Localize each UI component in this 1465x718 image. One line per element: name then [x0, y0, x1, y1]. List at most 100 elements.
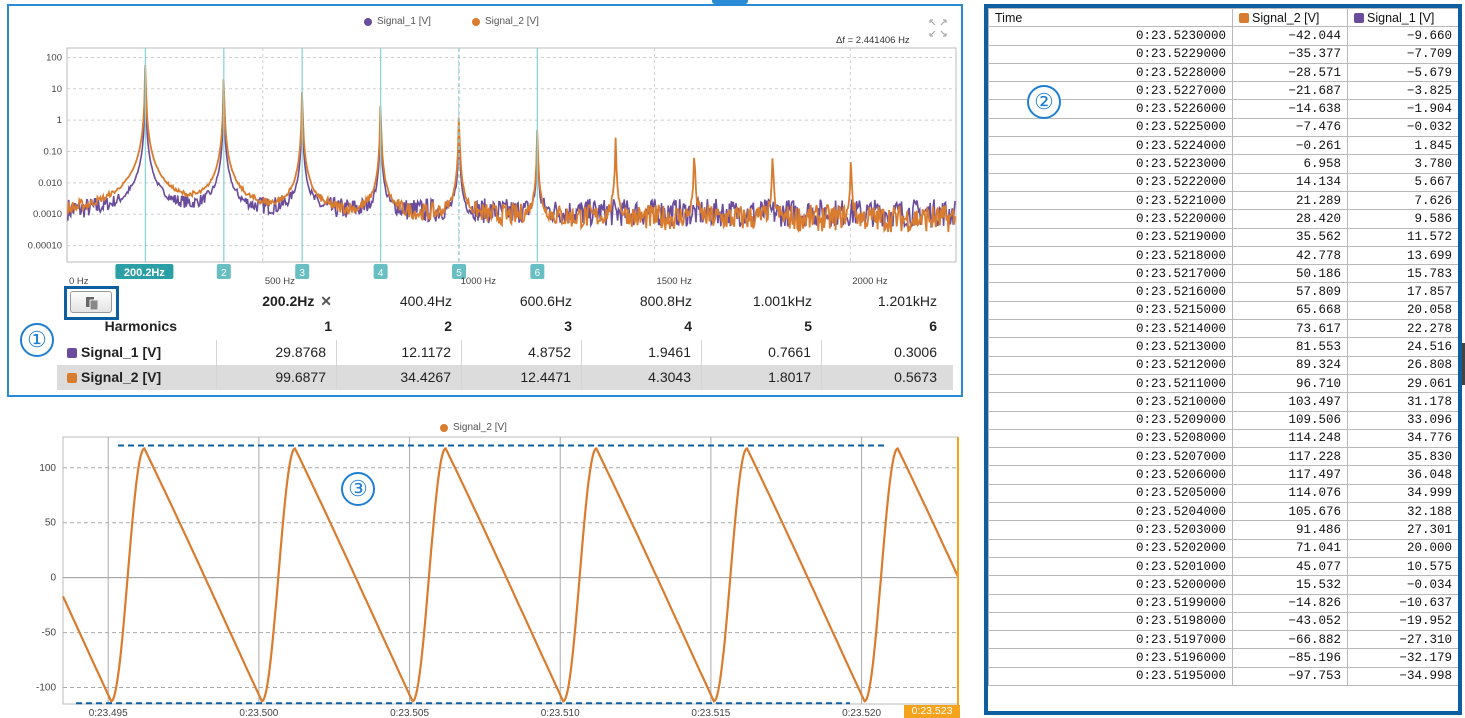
cell-signal-1: 5.667: [1347, 172, 1458, 192]
table-row[interactable]: 0:23.5195000 −97.753 −34.998: [988, 666, 1458, 686]
cell-time: 0:23.5221000: [988, 190, 1233, 211]
cell-signal-2: 109.506: [1232, 410, 1348, 430]
time-cursor-line[interactable]: [957, 437, 959, 705]
table-row[interactable]: 0:23.5229000 −35.377 −7.709: [988, 44, 1458, 64]
cell-time: 0:23.5195000: [988, 666, 1233, 686]
cell-signal-1: 7.626: [1347, 190, 1458, 211]
table-row[interactable]: 0:23.5204000 105.676 32.188: [988, 502, 1458, 522]
cell-time: 0:23.5219000: [988, 227, 1233, 247]
cell-signal-1: 10.575: [1347, 556, 1458, 577]
cell-signal-2: −28.571: [1232, 62, 1348, 83]
time-x-tick-label: 0:23.495: [89, 708, 128, 718]
cell-time: 0:23.5196000: [988, 648, 1233, 668]
table-row[interactable]: 0:23.5230000 −42.044 −9.660: [988, 26, 1458, 46]
cell-signal-2: 81.553: [1232, 337, 1348, 357]
cell-signal-2: −7.476: [1232, 117, 1348, 138]
cell-signal-1: −34.998: [1347, 666, 1458, 686]
cell-time: 0:23.5223000: [988, 154, 1233, 174]
table-row[interactable]: 0:23.5207000 117.228 35.830: [988, 447, 1458, 467]
cell-signal-2: 15.532: [1232, 575, 1348, 595]
cell-time: 0:23.5215000: [988, 300, 1233, 321]
cell-signal-2: 103.497: [1232, 392, 1348, 412]
cell-signal-1: −7.709: [1347, 44, 1458, 64]
table-row[interactable]: 0:23.5209000 109.506 33.096: [988, 410, 1458, 430]
table-row[interactable]: 0:23.5224000 −0.261 1.845: [988, 136, 1458, 156]
cell-time: 0:23.5229000: [988, 44, 1233, 64]
table-row[interactable]: 0:23.5213000 81.553 24.516: [988, 337, 1458, 357]
cell-time: 0:23.5203000: [988, 520, 1233, 540]
table-row[interactable]: 0:23.5206000 117.497 36.048: [988, 465, 1458, 485]
cell-signal-1: 11.572: [1347, 227, 1458, 247]
time-x-tick-label: 0:23.520: [842, 708, 881, 718]
cell-signal-2: 28.420: [1232, 209, 1348, 229]
table-row[interactable]: 0:23.5222000 14.134 5.667: [988, 172, 1458, 192]
table-row[interactable]: 0:23.5216000 57.809 17.857: [988, 282, 1458, 302]
cell-signal-2: −42.044: [1232, 26, 1348, 46]
cell-signal-2: 57.809: [1232, 282, 1348, 302]
table-row[interactable]: 0:23.5210000 103.497 31.178: [988, 392, 1458, 412]
cell-signal-1: 3.780: [1347, 154, 1458, 174]
table-row[interactable]: 0:23.5208000 114.248 34.776: [988, 428, 1458, 449]
cell-signal-2: 50.186: [1232, 264, 1348, 284]
table-row[interactable]: 0:23.5217000 50.186 15.783: [988, 264, 1458, 284]
cell-time: 0:23.5200000: [988, 575, 1233, 595]
cell-signal-1: −27.310: [1347, 630, 1458, 650]
cell-signal-2: 114.076: [1232, 483, 1348, 504]
cell-signal-2: 117.228: [1232, 447, 1348, 467]
table-row[interactable]: 0:23.5201000 45.077 10.575: [988, 556, 1458, 577]
cell-signal-2: 42.778: [1232, 245, 1348, 266]
table-row[interactable]: 0:23.5197000 −66.882 −27.310: [988, 630, 1458, 650]
cell-signal-2: 45.077: [1232, 556, 1348, 577]
cell-signal-1: −19.952: [1347, 611, 1458, 632]
cell-signal-1: −10.637: [1347, 593, 1458, 613]
cell-signal-1: 35.830: [1347, 447, 1458, 467]
table-row[interactable]: 0:23.5218000 42.778 13.699: [988, 245, 1458, 266]
table-row[interactable]: 0:23.5220000 28.420 9.586: [988, 209, 1458, 229]
column-header-time[interactable]: Time: [988, 8, 1233, 28]
signal-2-swatch: [1239, 12, 1249, 23]
table-row[interactable]: 0:23.5200000 15.532 −0.034: [988, 575, 1458, 595]
table-row[interactable]: 0:23.5219000 35.562 11.572: [988, 227, 1458, 247]
table-row[interactable]: 0:23.5202000 71.041 20.000: [988, 538, 1458, 558]
column-header-signal-2[interactable]: Signal_2 [V]: [1232, 8, 1348, 28]
cell-signal-1: 22.278: [1347, 319, 1458, 339]
cell-signal-1: −0.034: [1347, 575, 1458, 595]
column-header-signal-2-label: Signal_2 [V]: [1252, 10, 1320, 25]
cell-signal-1: −5.679: [1347, 62, 1458, 83]
cell-signal-1: 26.808: [1347, 355, 1458, 375]
cell-signal-1: 20.000: [1347, 538, 1458, 558]
cell-signal-1: 34.776: [1347, 428, 1458, 449]
cell-time: 0:23.5226000: [988, 99, 1233, 119]
table-row[interactable]: 0:23.5199000 −14.826 −10.637: [988, 593, 1458, 613]
cell-signal-1: 17.857: [1347, 282, 1458, 302]
table-row[interactable]: 0:23.5215000 65.668 20.058: [988, 300, 1458, 321]
annotation-circle-3: ③: [341, 472, 375, 506]
cell-time: 0:23.5227000: [988, 81, 1233, 101]
column-header-signal-1[interactable]: Signal_1 [V]: [1347, 8, 1458, 28]
cell-signal-1: 34.999: [1347, 483, 1458, 504]
time-x-tick-label: 0:23.515: [691, 708, 730, 718]
cell-signal-2: 71.041: [1232, 538, 1348, 558]
table-row[interactable]: 0:23.5198000 −43.052 −19.952: [988, 611, 1458, 632]
time-domain-chart[interactable]: 100 50 0 -50 -100 0:23.495 0:23.500 0:23.505 0:…: [0, 0, 975, 718]
signal-1-swatch: [1354, 12, 1364, 23]
cell-signal-1: 15.783: [1347, 264, 1458, 284]
cell-time: 0:23.5217000: [988, 264, 1233, 284]
table-row[interactable]: 0:23.5203000 91.486 27.301: [988, 520, 1458, 540]
cell-time: 0:23.5212000: [988, 355, 1233, 375]
cell-time: 0:23.5197000: [988, 630, 1233, 650]
table-row[interactable]: 0:23.5223000 6.958 3.780: [988, 154, 1458, 174]
cell-time: 0:23.5218000: [988, 245, 1233, 266]
table-row[interactable]: 0:23.5225000 −7.476 −0.032: [988, 117, 1458, 138]
table-row[interactable]: 0:23.5205000 114.076 34.999: [988, 483, 1458, 504]
cell-time: 0:23.5199000: [988, 593, 1233, 613]
cell-time: 0:23.5230000: [988, 26, 1233, 46]
table-row[interactable]: 0:23.5196000 −85.196 −32.179: [988, 648, 1458, 668]
table-row[interactable]: 0:23.5228000 −28.571 −5.679: [988, 62, 1458, 83]
table-row[interactable]: 0:23.5214000 73.617 22.278: [988, 319, 1458, 339]
table-row[interactable]: 0:23.5212000 89.324 26.808: [988, 355, 1458, 375]
cell-time: 0:23.5222000: [988, 172, 1233, 192]
table-row[interactable]: 0:23.5211000 96.710 29.061: [988, 373, 1458, 394]
time-cursor-label[interactable]: 0:23.523: [904, 705, 960, 718]
table-row[interactable]: 0:23.5221000 21.289 7.626: [988, 190, 1458, 211]
